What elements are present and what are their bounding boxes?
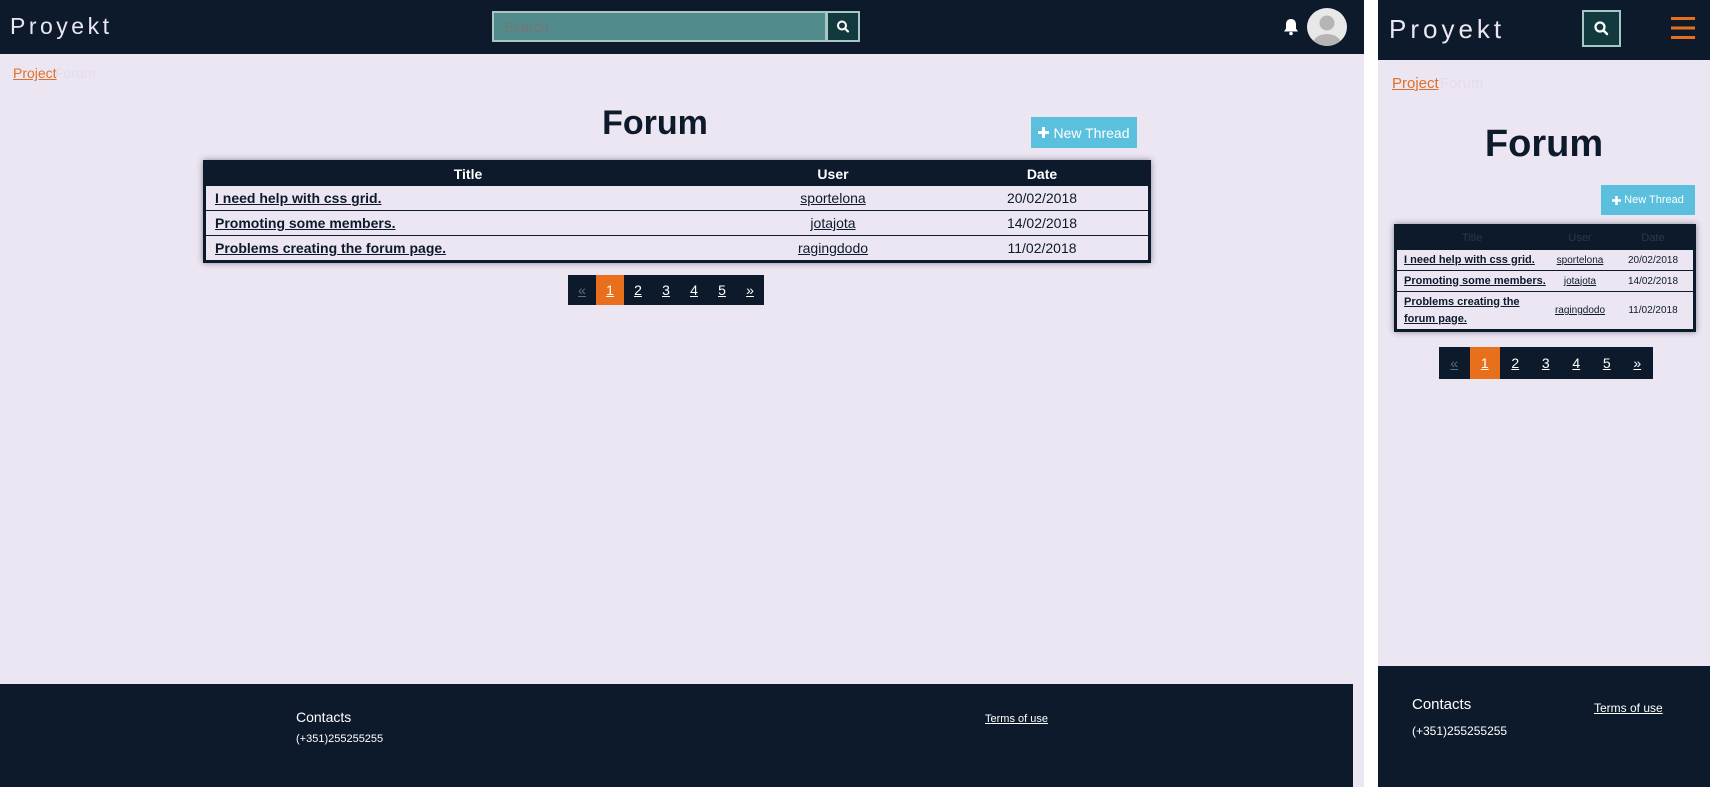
- pagination-page-1[interactable]: 1: [1469, 347, 1500, 379]
- table-header: Title User Date: [1397, 227, 1693, 249]
- thread-date: 11/02/2018: [1007, 240, 1077, 256]
- thread-user-link[interactable]: jotajota: [730, 215, 936, 231]
- thread-title-link[interactable]: Problems creating the forum page.: [206, 240, 730, 256]
- footer-phone: (+351)255255255: [1412, 724, 1508, 738]
- user-avatar[interactable]: [1307, 8, 1347, 46]
- terms-of-use-link[interactable]: Terms of use: [985, 713, 1048, 725]
- table-header: Title User Date: [206, 163, 1148, 185]
- thread-date: 11/02/2018: [1628, 305, 1678, 316]
- thread-title-link[interactable]: I need help with css grid.: [1397, 252, 1547, 269]
- thread-user-link[interactable]: sportelona: [1547, 255, 1613, 266]
- navbar: Proyekt: [0, 0, 1364, 54]
- thread-title-link[interactable]: Promoting some members.: [1397, 273, 1547, 290]
- footer-contacts-heading: Contacts: [296, 709, 352, 725]
- thread-date: 14/02/2018: [1006, 215, 1078, 231]
- table-row: Promoting some members. jotajota 14/02/2…: [1397, 270, 1693, 291]
- footer: Contacts (+351)255255255 Terms of use: [1378, 666, 1710, 787]
- footer: Contacts (+351)255255255 Terms of use: [0, 684, 1353, 787]
- plus-icon: [1612, 195, 1622, 205]
- search-button[interactable]: [826, 11, 860, 42]
- breadcrumb-project-link[interactable]: Project: [1392, 75, 1439, 92]
- pagination-page-3[interactable]: 3: [1531, 347, 1562, 379]
- thread-title-link[interactable]: I need help with css grid.: [206, 190, 730, 206]
- thread-date: 20/02/2018: [1627, 254, 1679, 266]
- navbar: Proyekt: [1378, 0, 1710, 60]
- header-user: User: [1568, 232, 1592, 244]
- pagination-page-3[interactable]: 3: [652, 275, 680, 305]
- thread-user-link[interactable]: sportelona: [730, 190, 936, 206]
- search-button[interactable]: [1582, 10, 1621, 47]
- pagination-page-2[interactable]: 2: [1500, 347, 1531, 379]
- table-row: Problems creating the forum page. raging…: [206, 235, 1148, 260]
- page-title: Forum: [602, 104, 708, 142]
- pagination-prev[interactable]: «: [568, 275, 596, 305]
- new-thread-label: New Thread: [1624, 194, 1684, 206]
- view-separator: [1364, 0, 1378, 787]
- pagination-next[interactable]: »: [1622, 347, 1653, 379]
- pagination-page-1[interactable]: 1: [596, 275, 624, 305]
- new-thread-label: New Thread: [1053, 124, 1130, 141]
- header-user: User: [817, 166, 849, 182]
- bell-icon[interactable]: [1281, 17, 1301, 37]
- pagination-page-2[interactable]: 2: [624, 275, 652, 305]
- mobile-view: Proyekt Project Forum Forum New Thread T…: [1378, 0, 1710, 787]
- new-thread-button[interactable]: New Thread: [1031, 117, 1137, 148]
- thread-user-link[interactable]: ragingdodo: [730, 240, 936, 256]
- page-title: Forum: [1484, 123, 1604, 165]
- search-icon: [1594, 21, 1609, 36]
- table-row: Promoting some members. jotajota 14/02/2…: [206, 210, 1148, 235]
- pagination-page-5[interactable]: 5: [1592, 347, 1623, 379]
- pagination-next[interactable]: »: [736, 275, 764, 305]
- new-thread-button[interactable]: New Thread: [1601, 185, 1695, 215]
- table-row: I need help with css grid. sportelona 20…: [206, 185, 1148, 210]
- thread-user-link[interactable]: ragingdodo: [1547, 305, 1613, 316]
- thread-user-link[interactable]: jotajota: [1547, 276, 1613, 287]
- pagination: « 1 2 3 4 5 »: [568, 275, 764, 305]
- pagination-page-5[interactable]: 5: [708, 275, 736, 305]
- terms-of-use-link[interactable]: Terms of use: [1594, 701, 1663, 715]
- pagination-page-4[interactable]: 4: [1561, 347, 1592, 379]
- threads-table: Title User Date I need help with css gri…: [203, 160, 1151, 263]
- footer-contacts-heading: Contacts: [1412, 696, 1472, 713]
- search-icon: [837, 20, 850, 33]
- footer-phone: (+351)255255255: [296, 733, 384, 745]
- thread-date: 14/02/2018: [1627, 275, 1679, 287]
- thread-date: 20/02/2018: [1006, 190, 1078, 206]
- brand-logo[interactable]: Proyekt: [10, 13, 112, 40]
- pagination: « 1 2 3 4 5 »: [1439, 347, 1653, 379]
- breadcrumb-current: Forum: [1440, 75, 1484, 92]
- plus-icon: [1038, 127, 1050, 138]
- pagination-prev[interactable]: «: [1439, 347, 1470, 379]
- breadcrumb-current: Forum: [55, 65, 96, 81]
- brand-logo[interactable]: Proyekt: [1389, 14, 1505, 45]
- table-row: Problems creating the forum page. raging…: [1397, 291, 1693, 329]
- hamburger-menu-icon[interactable]: [1671, 15, 1695, 41]
- breadcrumb-project-link[interactable]: Project: [13, 65, 57, 81]
- threads-table: Title User Date I need help with css gri…: [1394, 224, 1696, 332]
- thread-title-link[interactable]: Problems creating the forum page.: [1397, 294, 1547, 328]
- desktop-view: Proyekt Project Forum Forum New Thread: [0, 0, 1364, 787]
- user-avatar-icon: [1313, 15, 1341, 46]
- header-date: Date: [1026, 166, 1058, 182]
- thread-title-link[interactable]: Promoting some members.: [206, 215, 730, 231]
- header-date: Date: [1641, 232, 1665, 244]
- header-title: Title: [453, 166, 483, 182]
- search-input[interactable]: [492, 11, 827, 42]
- pagination-page-4[interactable]: 4: [680, 275, 708, 305]
- table-row: I need help with css grid. sportelona 20…: [1397, 249, 1693, 270]
- header-title: Title: [1461, 231, 1483, 244]
